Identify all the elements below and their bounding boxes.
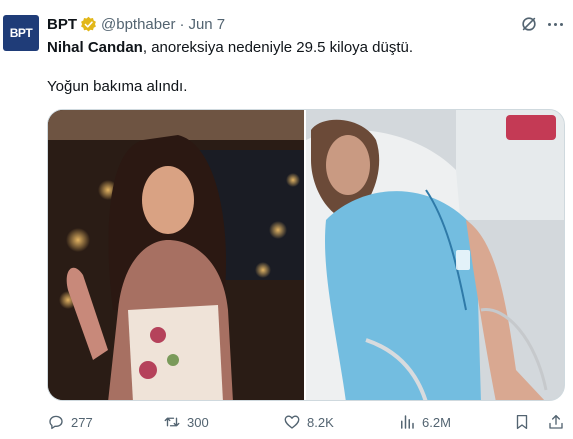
like-count: 8.2K — [307, 414, 334, 430]
reply-icon — [49, 415, 63, 430]
more-dot — [553, 22, 557, 26]
photo-left-illustration — [48, 110, 304, 400]
photo-right[interactable] — [306, 110, 564, 400]
avatar[interactable]: BPT — [3, 15, 39, 51]
repost-icon — [164, 417, 180, 427]
more-icon[interactable] — [545, 15, 565, 33]
views-count: 6.2M — [422, 414, 451, 430]
grok-icon[interactable] — [520, 15, 538, 33]
tweet-header: BPT @bpthaber · Jun 7 — [47, 14, 225, 34]
separator-dot: · — [179, 15, 185, 33]
author-handle[interactable]: @bpthaber — [101, 16, 175, 33]
views-icon — [401, 415, 414, 429]
repost-count: 300 — [187, 414, 209, 430]
photo-right-illustration — [306, 110, 564, 400]
author-name[interactable]: BPT — [47, 16, 77, 33]
share-button[interactable] — [547, 413, 565, 431]
verified-icon — [80, 16, 97, 33]
repost-button[interactable]: 300 — [163, 413, 209, 431]
more-dot — [559, 22, 563, 26]
action-bar: 277 300 8.2K 6.2M — [47, 413, 565, 433]
tweet-text-line-1: Nihal Candan, anoreksiya nedeniyle 29.5 … — [47, 38, 413, 58]
more-dot — [547, 22, 551, 26]
like-button[interactable]: 8.2K — [283, 413, 334, 431]
tweet-text-bold: Nihal Candan — [47, 39, 143, 56]
tweet-text-line-2: Yoğun bakıma alındı. — [47, 78, 188, 95]
tweet-text-rest: , anoreksiya nedeniyle 29.5 kiloya düştü… — [142, 39, 414, 56]
media-grid[interactable] — [47, 109, 565, 401]
tweet[interactable]: BPT BPT @bpthaber · Jun 7 Nihal Candan, … — [0, 0, 573, 439]
avatar-logo-text: BPT — [9, 26, 33, 40]
photo-left[interactable] — [48, 110, 304, 400]
tweet-date[interactable]: Jun 7 — [188, 16, 225, 33]
reply-count: 277 — [71, 414, 93, 430]
views-button[interactable]: 6.2M — [398, 413, 451, 431]
share-icon — [549, 414, 563, 429]
bookmark-icon — [516, 414, 528, 430]
reply-button[interactable]: 277 — [47, 413, 93, 431]
bookmark-button[interactable] — [513, 413, 531, 431]
like-icon — [284, 415, 300, 429]
